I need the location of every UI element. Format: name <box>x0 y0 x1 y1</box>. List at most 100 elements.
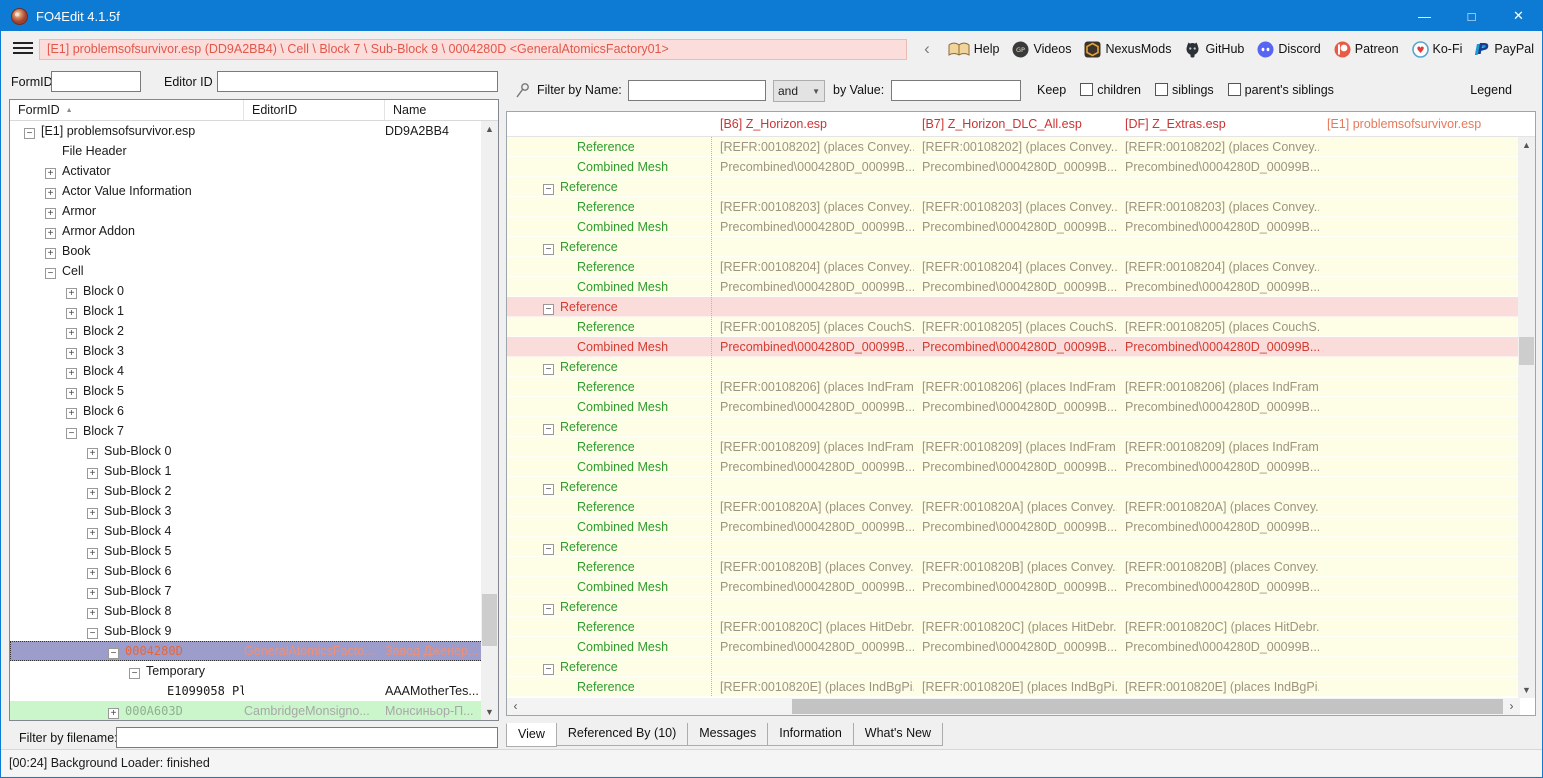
tree-row[interactable]: +Block 6 <box>10 401 483 421</box>
tab-messages[interactable]: Messages <box>687 723 768 746</box>
grid-row[interactable]: Combined MeshPrecombined\0004280D_00099B… <box>507 457 1520 477</box>
grid-row[interactable]: Reference[REFR:0010820B] (places Convey.… <box>507 557 1520 577</box>
back-button[interactable]: ‹ <box>915 37 939 61</box>
tree-scroll-thumb[interactable] <box>482 594 497 646</box>
videos-link[interactable]: GP Videos <box>1012 41 1071 58</box>
scroll-left-icon[interactable]: ‹ <box>507 698 524 715</box>
scroll-up-icon[interactable]: ▲ <box>481 121 498 137</box>
filter-name-input[interactable] <box>628 80 766 101</box>
breadcrumb[interactable]: [E1] problemsofsurvivor.esp (DD9A2BB4) \… <box>39 39 907 60</box>
grid-header-b7[interactable]: [B7] Z_Horizon_DLC_All.esp <box>914 117 1117 131</box>
expander-icon[interactable]: − <box>24 128 35 139</box>
expander-icon[interactable]: + <box>66 288 77 299</box>
legend-link[interactable]: Legend <box>1470 83 1512 97</box>
expander-icon[interactable]: + <box>87 468 98 479</box>
checkbox-icon[interactable] <box>1155 83 1168 96</box>
tree-row[interactable]: −Block 7 <box>10 421 483 441</box>
tab-referenced-by[interactable]: Referenced By (10) <box>556 723 688 746</box>
expander-icon[interactable]: − <box>543 604 554 615</box>
grid-row[interactable]: Combined MeshPrecombined\0004280D_00099B… <box>507 517 1520 537</box>
expander-icon[interactable]: + <box>66 308 77 319</box>
tree-row[interactable]: File Header <box>10 141 483 161</box>
tree-row[interactable]: −Temporary <box>10 661 483 681</box>
tree-row[interactable]: −[E1] problemsofsurvivor.espDD9A2BB4 <box>10 121 483 141</box>
tab-whats-new[interactable]: What's New <box>853 723 943 746</box>
keep-siblings-checkbox[interactable]: siblings <box>1155 83 1214 97</box>
tree-row[interactable]: +Sub-Block 6 <box>10 561 483 581</box>
grid-row[interactable]: Reference[REFR:0010820E] (places IndBgPi… <box>507 677 1520 697</box>
tree-row[interactable]: +Block 2 <box>10 321 483 341</box>
grid-vscroll-thumb[interactable] <box>1519 337 1534 365</box>
checkbox-icon[interactable] <box>1080 83 1093 96</box>
expander-icon[interactable]: + <box>66 348 77 359</box>
filter-value-input[interactable] <box>891 80 1021 101</box>
tree-row[interactable]: +Sub-Block 3 <box>10 501 483 521</box>
tree-row[interactable]: +Block 4 <box>10 361 483 381</box>
grid-row[interactable]: Reference[REFR:00108206] (places IndFram… <box>507 377 1520 397</box>
grid-header-e1[interactable]: [E1] problemsofsurvivor.esp <box>1319 117 1535 131</box>
grid-row[interactable]: −Reference <box>507 237 1520 257</box>
tree-row[interactable]: +Sub-Block 5 <box>10 541 483 561</box>
expander-icon[interactable]: + <box>87 568 98 579</box>
grid-header-b6[interactable]: [B6] Z_Horizon.esp <box>712 117 914 131</box>
grid-row[interactable]: Combined MeshPrecombined\0004280D_00099B… <box>507 397 1520 417</box>
help-link[interactable]: Help <box>948 42 1000 57</box>
grid-row[interactable]: Combined MeshPrecombined\0004280D_00099B… <box>507 277 1520 297</box>
expander-icon[interactable]: + <box>87 588 98 599</box>
pin-icon[interactable] <box>515 82 530 99</box>
grid-row[interactable]: Reference[REFR:00108209] (places IndFram… <box>507 437 1520 457</box>
grid-row[interactable]: −Reference <box>507 417 1520 437</box>
expander-icon[interactable]: + <box>66 408 77 419</box>
discord-link[interactable]: Discord <box>1257 41 1320 58</box>
expander-icon[interactable]: − <box>66 428 77 439</box>
expander-icon[interactable]: + <box>66 368 77 379</box>
tree-row[interactable]: +Actor Value Information <box>10 181 483 201</box>
expander-icon[interactable]: − <box>129 668 140 679</box>
tree-row[interactable]: +Book <box>10 241 483 261</box>
grid-hscroll-thumb[interactable] <box>792 699 1503 714</box>
grid-row[interactable]: Combined MeshPrecombined\0004280D_00099B… <box>507 577 1520 597</box>
tree-row[interactable]: −Cell <box>10 261 483 281</box>
tree-row[interactable]: −Sub-Block 9 <box>10 621 483 641</box>
grid-row[interactable]: −Reference <box>507 177 1520 197</box>
grid-row[interactable]: Combined MeshPrecombined\0004280D_00099B… <box>507 637 1520 657</box>
grid-hscrollbar[interactable]: ‹ › <box>507 698 1520 715</box>
filter-operator-select[interactable]: and▼ <box>773 80 825 102</box>
expander-icon[interactable]: + <box>108 708 119 719</box>
nexusmods-link[interactable]: NexusMods <box>1084 41 1171 58</box>
expander-icon[interactable]: − <box>543 664 554 675</box>
scroll-down-icon[interactable]: ▼ <box>1518 682 1535 698</box>
checkbox-icon[interactable] <box>1228 83 1241 96</box>
tree-row[interactable]: +Block 0 <box>10 281 483 301</box>
grid-row[interactable]: Reference[REFR:00108204] (places Convey.… <box>507 257 1520 277</box>
expander-icon[interactable]: + <box>87 548 98 559</box>
grid-row[interactable]: Combined MeshPrecombined\0004280D_00099B… <box>507 217 1520 237</box>
expander-icon[interactable]: − <box>543 424 554 435</box>
tab-information[interactable]: Information <box>767 723 854 746</box>
tree-header-editorid[interactable]: EditorID <box>244 100 385 120</box>
expander-icon[interactable]: + <box>45 208 56 219</box>
tree-row[interactable]: +Sub-Block 8 <box>10 601 483 621</box>
grid-row[interactable]: Reference[REFR:0010820A] (places Convey.… <box>507 497 1520 517</box>
expander-icon[interactable]: + <box>45 188 56 199</box>
expander-icon[interactable]: − <box>543 244 554 255</box>
tab-view[interactable]: View <box>506 723 557 747</box>
maximize-button[interactable]: □ <box>1448 1 1495 31</box>
grid-header-df[interactable]: [DF] Z_Extras.esp <box>1117 117 1319 131</box>
grid-row[interactable]: −Reference <box>507 597 1520 617</box>
kofi-link[interactable]: ♥ Ko-Fi <box>1412 41 1463 58</box>
tree-row[interactable]: +000A603DCambridgeMonsigno...Монсиньор-П… <box>10 701 483 721</box>
tree-row[interactable]: −0004280DGeneralAtomicsFacto...Завод Дже… <box>10 641 483 661</box>
tree-scrollbar[interactable]: ▲ ▼ <box>481 121 498 720</box>
grid-row[interactable]: Reference[REFR:00108202] (places Convey.… <box>507 137 1520 157</box>
tree-row[interactable]: E1099058 Placed ObjectAAAMotherTes... <box>10 681 483 701</box>
expander-icon[interactable]: − <box>108 648 119 659</box>
tree-header-name[interactable]: Name <box>385 100 498 120</box>
tree-header-formid[interactable]: FormID▲ <box>10 100 244 120</box>
paypal-link[interactable]: PP PayPal <box>1475 41 1534 58</box>
tree-row[interactable]: +Sub-Block 7 <box>10 581 483 601</box>
tree-row[interactable]: +Block 5 <box>10 381 483 401</box>
formid-input[interactable] <box>51 71 141 92</box>
expander-icon[interactable]: − <box>543 364 554 375</box>
tree-row[interactable]: +Block 3 <box>10 341 483 361</box>
